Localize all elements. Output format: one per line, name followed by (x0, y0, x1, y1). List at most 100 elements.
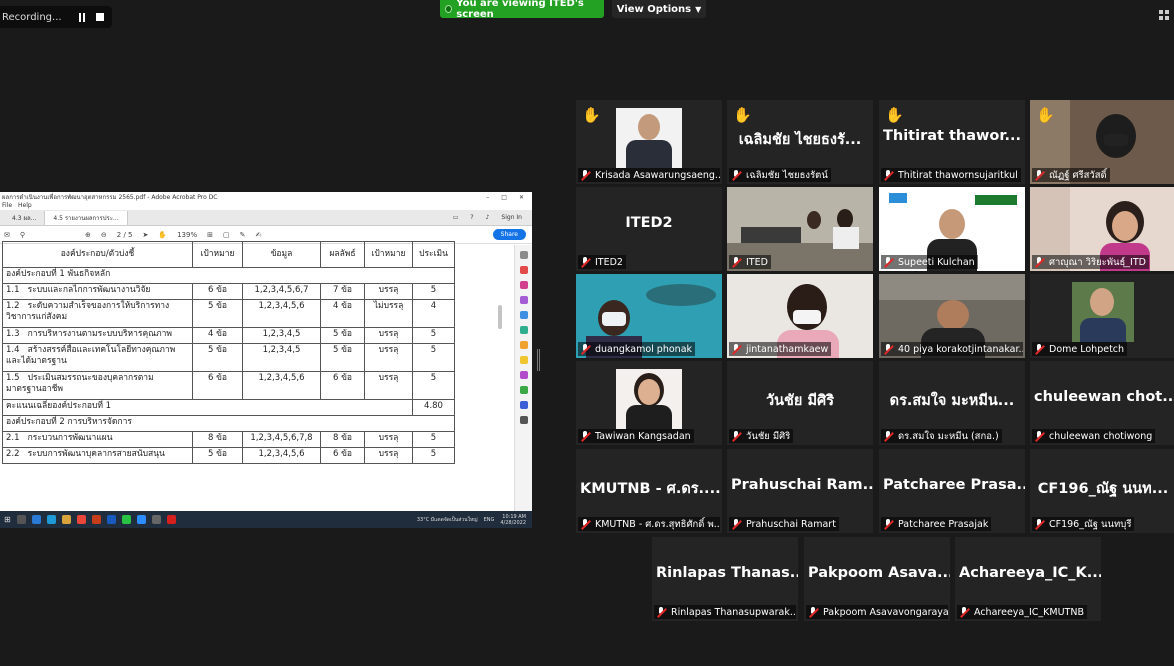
organize-icon[interactable] (519, 311, 528, 319)
participant-tile[interactable]: duangkamol phonak (576, 274, 722, 358)
mic-muted-icon (580, 169, 591, 181)
indicator-name: การบริหารงานตามระบบบริหารคุณภาพ (27, 329, 173, 339)
bell-icon[interactable]: ♪ (486, 214, 490, 221)
prev-page-icon[interactable]: ⊕ (85, 231, 91, 239)
view-options-button[interactable]: View Options ▼ (612, 0, 706, 18)
edge-icon[interactable] (46, 515, 56, 524)
acrobat-icon[interactable] (166, 515, 176, 524)
participant-display-name: ITED2 (625, 215, 673, 231)
maximize-icon[interactable]: □ (501, 194, 507, 201)
app-icon[interactable] (151, 515, 161, 524)
sign-in-link[interactable]: Sign In (501, 214, 522, 221)
chrome-icon[interactable] (76, 515, 86, 524)
stop-recording-icon[interactable] (94, 11, 106, 23)
mic-muted-icon (1034, 518, 1045, 530)
data-cell: 1,2,3,4,5,6 (242, 447, 321, 464)
pdf-scrollbar[interactable] (498, 305, 502, 329)
pen-icon[interactable]: ✎ (240, 231, 246, 239)
fill-sign-icon[interactable] (519, 371, 528, 379)
doc-tab-1[interactable]: 4.3 ผล... (4, 210, 46, 225)
next-page-icon[interactable]: ⊖ (101, 231, 107, 239)
participant-tile[interactable]: Thitirat thawor... ✋ Thitirat thawornsujar… (879, 100, 1025, 184)
line-icon[interactable] (121, 515, 131, 524)
edit-pdf-icon[interactable] (519, 296, 528, 304)
score-cell: 5 (412, 371, 455, 400)
participant-display-name: Prahuschai Ram... (731, 477, 873, 493)
compress-icon[interactable] (519, 386, 528, 394)
fit-page-icon[interactable]: ⊞ (207, 231, 213, 239)
participant-tile[interactable]: chuleewan chot... chuleewan chotiwong (1030, 361, 1174, 445)
split-view-handle[interactable] (537, 349, 540, 371)
indicator-no: 1.3 (6, 329, 20, 339)
create-pdf-icon[interactable] (519, 281, 528, 289)
search-icon[interactable]: ⚲ (20, 231, 25, 239)
participant-tile[interactable]: Pakpoom Asava... Pakpoom Asavavongaraya (804, 537, 950, 621)
participant-tile[interactable]: CF196_ณัฐ นนท... CF196_ณัฐ นนทบุรี (1030, 449, 1174, 533)
participant-tile[interactable]: Tawiwan Kangsadan (576, 361, 722, 445)
participant-tile[interactable]: ITED (727, 187, 873, 271)
cursor-icon[interactable]: ➤ (142, 231, 148, 239)
participant-name-label: 40 piya korakotjintanakar... (881, 342, 1023, 356)
participant-tile[interactable]: Dome Lohpetch (1030, 274, 1174, 358)
participant-tile[interactable]: jintanathamkaew (727, 274, 873, 358)
participant-tile[interactable]: ✋ Krisada Asawarungsaeng... (576, 100, 722, 184)
page-indicator[interactable]: 2 / 5 (117, 231, 133, 239)
close-icon[interactable]: ✕ (519, 194, 524, 201)
share-button[interactable]: Share (492, 229, 526, 240)
combine-icon[interactable] (519, 326, 528, 334)
result-cell: 8 ข้อ (320, 431, 365, 448)
mic-muted-icon (883, 343, 894, 355)
zoom-tool-icon[interactable] (519, 251, 528, 259)
search-taskbar-icon[interactable] (16, 515, 26, 524)
participant-tile[interactable]: Prahuschai Ram... Prahuschai Ramart (727, 449, 873, 533)
participant-tile[interactable]: Patcharee Prasa... Patcharee Prasajak (879, 449, 1025, 533)
participant-name: ดร.สมใจ มะหมีน (สกอ.) (898, 430, 999, 442)
start-icon[interactable]: ⊞ (4, 515, 11, 524)
word-icon[interactable] (106, 515, 116, 524)
participant-display-name: chuleewan chot... (1034, 389, 1174, 405)
menu-help[interactable]: Help (18, 202, 32, 210)
protect-icon[interactable] (519, 401, 528, 409)
comment-tool-icon[interactable] (519, 341, 528, 349)
participant-tile[interactable]: ศาญุณา วิริยะพันธุ์_ITD (1030, 187, 1174, 271)
participant-tile[interactable]: วันชัย มีศิริ วันชัย มีศิริ (727, 361, 873, 445)
zoom-level[interactable]: 139% (177, 231, 197, 239)
participant-tile[interactable]: KMUTNB - ศ.ดร.... KMUTNB - ศ.ดร.สุทธิศักด… (576, 449, 722, 533)
indicator-name: กระบวนการพัฒนาแผน (27, 433, 113, 443)
participant-tile[interactable]: ITED2 ITED2 (576, 187, 722, 271)
results-table: องค์ประกอบ/ตัวบ่งชี้ เป้าหมาย ข้อมูล ผลล… (2, 241, 455, 464)
participant-tile[interactable]: Achareeya_IC_K... Achareeya_IC_KMUTNB (955, 537, 1101, 621)
table-row: 1.3 การบริหารงานตามระบบบริหารคุณภาพ 4 ข้อ… (2, 327, 455, 344)
powerpoint-icon[interactable] (91, 515, 101, 524)
gallery-view-icon[interactable] (1159, 10, 1169, 20)
pause-recording-icon[interactable] (76, 11, 88, 23)
shared-screen[interactable]: ผลการดำเนินงานเพื่อการพัฒนาอุตสาหกรรม 25… (0, 192, 532, 528)
participant-tile[interactable]: Supeeti Kulchan (879, 187, 1025, 271)
tray-lang: ENG (483, 516, 495, 523)
comment-icon[interactable]: ▢ (223, 231, 230, 239)
participant-tile[interactable]: Rinlapas Thanas... Rinlapas Thanasupwarak… (652, 537, 798, 621)
participant-photo (616, 369, 682, 429)
more-tools-icon[interactable] (519, 416, 528, 424)
participant-tile[interactable]: ดร.สมใจ มะหมีน... ดร.สมใจ มะหมีน (สกอ.) (879, 361, 1025, 445)
acrobat-tab-bar: 4.3 ผล... 4.5 รายงานผลการประ... ▭ ? ♪ Si… (0, 210, 532, 226)
help-icon[interactable]: ? (470, 214, 473, 221)
zoom-app-icon[interactable] (136, 515, 146, 524)
menu-file[interactable]: File (2, 202, 12, 210)
result-cell: 5 ข้อ (320, 343, 365, 372)
chat-icon[interactable]: ▭ (453, 214, 459, 221)
raised-hand-icon: ✋ (1036, 106, 1055, 124)
minimize-icon[interactable]: – (486, 194, 489, 201)
participant-tile[interactable]: ✋ ณัฏฐ์ ศรีสวัสดิ์ (1030, 100, 1174, 184)
task-view-icon[interactable] (31, 515, 41, 524)
mail-icon[interactable]: ✉ (4, 231, 10, 239)
participant-tile[interactable]: เฉลิมชัย ไชยธงรั... ✋ เฉลิมชัย ไชยธงรัตน์ (727, 100, 873, 184)
stamp-icon[interactable] (519, 356, 528, 364)
doc-tab-2[interactable]: 4.5 รายงานผลการประ... (45, 210, 128, 225)
export-pdf-icon[interactable] (519, 266, 528, 274)
pdf-page-area[interactable]: องค์ประกอบ/ตัวบ่งชี้ เป้าหมาย ข้อมูล ผลล… (0, 241, 532, 511)
hand-tool-icon[interactable]: ✋ (158, 231, 167, 239)
participant-tile[interactable]: 40 piya korakotjintanakar... (879, 274, 1025, 358)
sign-icon[interactable]: ✍ (255, 231, 261, 239)
explorer-icon[interactable] (61, 515, 71, 524)
